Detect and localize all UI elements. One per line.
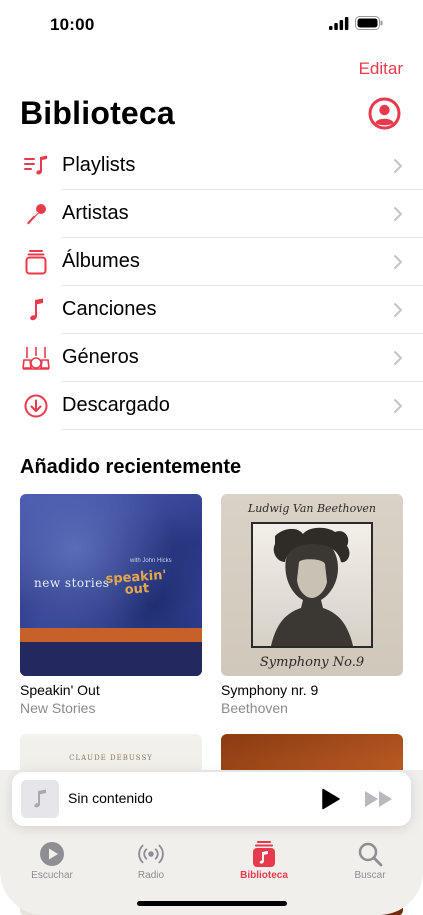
- menu-item-artists[interactable]: Artistas: [0, 190, 423, 238]
- chevron-right-icon: [394, 399, 402, 413]
- library-icon: [253, 841, 275, 867]
- tab-search[interactable]: Buscar: [330, 840, 410, 881]
- mini-player[interactable]: Sin contenido: [12, 772, 411, 826]
- mini-player-artwork: [21, 780, 59, 818]
- menu-item-label: Álbumes: [62, 250, 140, 272]
- menu-item-label: Descargado: [62, 394, 170, 416]
- chevron-right-icon: [394, 207, 402, 221]
- tab-label: Buscar: [354, 870, 386, 881]
- genres-icon: [22, 347, 50, 370]
- cover-portrait: [251, 522, 373, 648]
- album-cover: Ludwig Van Beethoven Symphony No.9: [221, 494, 403, 676]
- status-time: 10:00: [50, 15, 95, 34]
- edit-button[interactable]: Editar: [359, 59, 403, 79]
- menu-item-downloaded[interactable]: Descargado: [0, 382, 423, 430]
- play-icon[interactable]: [318, 787, 342, 811]
- library-menu: Playlists Artistas Álbumes Canciones Gén…: [0, 142, 423, 430]
- menu-item-songs[interactable]: Canciones: [0, 286, 423, 334]
- status-bar: 10:00: [0, 0, 423, 50]
- album-artist: New Stories: [20, 700, 96, 716]
- tab-label: Radio: [137, 870, 165, 881]
- cover-text: CLAUDE DEBUSSY: [69, 754, 153, 762]
- chevron-right-icon: [394, 351, 402, 365]
- tab-label: Escuchar: [31, 870, 73, 881]
- menu-item-label: Canciones: [62, 298, 157, 320]
- page-title: Biblioteca: [20, 95, 175, 131]
- mini-player-title: Sin contenido: [68, 790, 153, 806]
- album-title: Symphony nr. 9: [221, 682, 319, 698]
- playlists-icon: [24, 155, 47, 175]
- section-title-recently-added: Añadido recientemente: [20, 456, 242, 478]
- menu-item-label: Playlists: [62, 154, 136, 176]
- search-icon: [358, 842, 383, 867]
- album-artist: Beethoven: [221, 700, 288, 716]
- separator: [62, 429, 423, 430]
- chevron-right-icon: [394, 303, 402, 317]
- menu-item-label: Géneros: [62, 346, 139, 368]
- chevron-right-icon: [394, 159, 402, 173]
- play-circle-icon: [40, 842, 64, 866]
- cover-text: Ludwig Van Beethoven: [247, 502, 376, 515]
- status-icons: [329, 16, 383, 30]
- tab-radio[interactable]: Radio: [111, 840, 191, 881]
- radio-icon: [138, 844, 164, 864]
- account-circle-icon[interactable]: [368, 97, 401, 130]
- cover-text: new stories: [34, 576, 110, 590]
- cover-artist-text: with John Hicks: [130, 558, 172, 564]
- menu-item-genres[interactable]: Géneros: [0, 334, 423, 382]
- microphone-icon: [27, 204, 46, 225]
- forward-icon[interactable]: [364, 789, 394, 809]
- menu-item-albums[interactable]: Álbumes: [0, 238, 423, 286]
- battery-icon: [355, 16, 383, 30]
- tab-label: Biblioteca: [240, 870, 288, 881]
- cover-text: Symphony No.9: [259, 655, 365, 670]
- chevron-right-icon: [394, 255, 402, 269]
- albums-icon: [25, 250, 47, 275]
- album-card[interactable]: Ludwig Van Beethoven Symphony No.9 Symph…: [221, 494, 403, 716]
- music-note-icon: [30, 298, 43, 321]
- tab-listen[interactable]: Escuchar: [12, 840, 92, 881]
- album-cover: with John Hicks new stories speakin' out: [20, 494, 202, 676]
- menu-item-label: Artistas: [62, 202, 129, 224]
- tab-library[interactable]: Biblioteca: [224, 840, 304, 881]
- music-note-icon: [34, 789, 46, 808]
- album-card[interactable]: with John Hicks new stories speakin' out …: [20, 494, 202, 716]
- download-circle-icon: [24, 394, 48, 418]
- album-title: Speakin' Out: [20, 682, 100, 698]
- cover-text: speakin' out: [105, 567, 167, 598]
- menu-item-playlists[interactable]: Playlists: [0, 142, 423, 190]
- home-indicator: [137, 901, 287, 906]
- signal-icon: [329, 16, 349, 30]
- portrait-illustration: [271, 527, 353, 646]
